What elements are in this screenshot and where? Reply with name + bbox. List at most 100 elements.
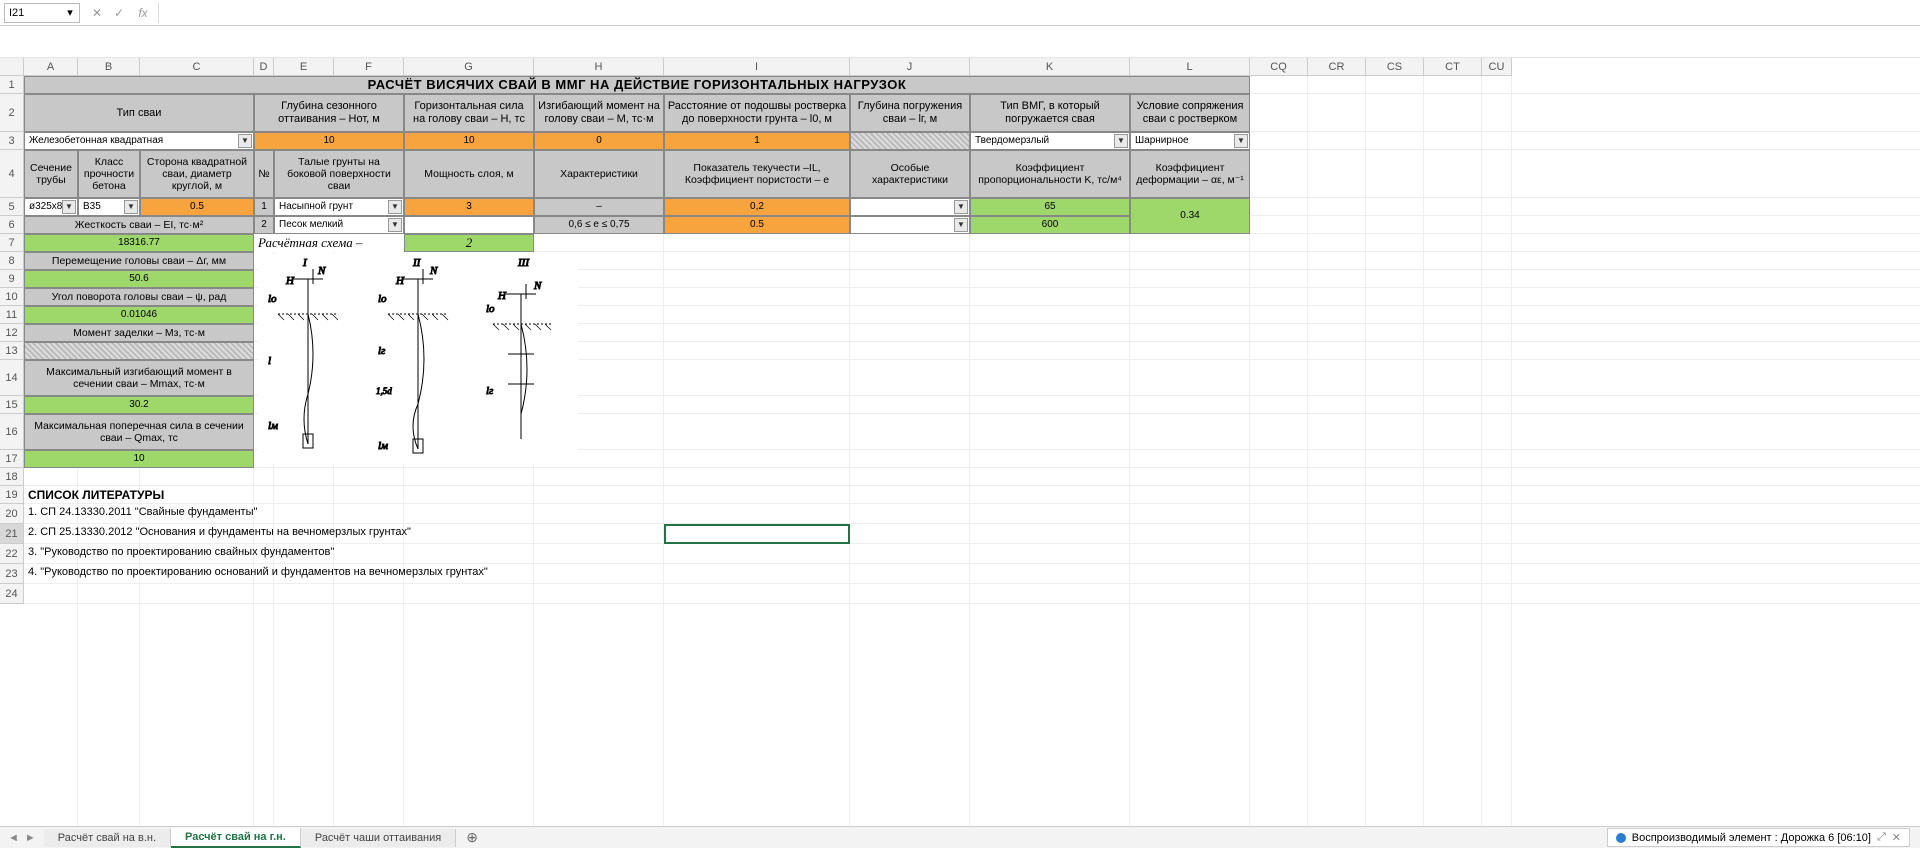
row-header-23[interactable]: 23 [0,564,24,584]
col-header-H[interactable]: H [534,58,664,76]
toast-pin-icon[interactable]: ⤢ [1877,831,1886,844]
svg-text:lг: lг [486,385,494,397]
name-box[interactable]: I21 ▾ [4,3,80,23]
toolbar-gap [0,26,1920,58]
hdr-m-moment: Изгибающий момент на голову сваи – M, тс… [534,94,664,132]
k-2-output: 600 [970,216,1130,234]
literature-item-2: 2. СП 25.13330.2012 "Основания и фундаме… [28,526,411,538]
row-header-8[interactable]: 8 [0,252,24,270]
pile-type-value: Железобетонная квадратная [29,135,163,147]
col-header-F[interactable]: F [334,58,404,76]
special-1-select[interactable]: ▼ [850,198,970,216]
col-header-CU[interactable]: CU [1482,58,1512,76]
col-header-E[interactable]: E [274,58,334,76]
soil-2-select[interactable]: Песок мелкий▼ [274,216,404,234]
nav-prev-icon[interactable]: ◄ [8,832,19,844]
m-moment-input[interactable]: 0 [534,132,664,150]
row-header-11[interactable]: 11 [0,306,24,324]
tab-raschet-chashi[interactable]: Расчёт чаши оттаивания [301,829,456,847]
chevron-down-icon[interactable]: ▼ [62,200,76,214]
row-header-2[interactable]: 2 [0,94,24,132]
chevron-down-icon[interactable]: ▼ [1114,134,1128,148]
row-header-14[interactable]: 14 [0,360,24,396]
select-all-corner[interactable] [0,58,24,76]
svg-text:lo: lo [268,293,277,305]
row-header-22[interactable]: 22 [0,544,24,564]
row-header-12[interactable]: 12 [0,324,24,342]
row-header-9[interactable]: 9 [0,270,24,288]
col-header-I[interactable]: I [664,58,850,76]
thaw-depth-input[interactable]: 10 [254,132,404,150]
col-header-CR[interactable]: CR [1308,58,1366,76]
formula-input[interactable] [158,3,1916,23]
ile-2-input[interactable]: 0.5 [664,216,850,234]
spreadsheet-grid[interactable]: ABCDEFGHIJKLCQCRCSCTCU 12345678910111213… [0,58,1920,826]
hdr-embed: Глубина погружения сваи – lг, м [850,94,970,132]
cancel-icon[interactable]: ✕ [88,4,106,22]
tab-raschet-vn[interactable]: Расчёт свай на в.н. [44,829,171,847]
fx-label[interactable]: fx [134,4,152,22]
toast-close-icon[interactable]: ✕ [1892,831,1901,844]
row-header-21[interactable]: 21 [0,524,24,544]
row-header-16[interactable]: 16 [0,414,24,450]
soil-1-select[interactable]: Насыпной грунт▼ [274,198,404,216]
row-headers[interactable]: 123456789101112131415161718192021222324 [0,76,24,604]
col-header-CQ[interactable]: CQ [1250,58,1308,76]
distance-input[interactable]: 1 [664,132,850,150]
chevron-down-icon[interactable]: ▼ [954,200,968,214]
accept-icon[interactable]: ✓ [110,4,128,22]
thickness-2-input[interactable] [404,216,534,234]
column-headers[interactable]: ABCDEFGHIJKLCQCRCSCTCU [24,58,1920,76]
col-header-D[interactable]: D [254,58,274,76]
col-header-C[interactable]: C [140,58,254,76]
special-2-select[interactable]: ▼ [850,216,970,234]
row-header-10[interactable]: 10 [0,288,24,306]
chevron-down-icon[interactable]: ▼ [238,134,252,148]
col-header-L[interactable]: L [1130,58,1250,76]
vmg-select[interactable]: Твердомерзлый▼ [970,132,1130,150]
ile-1-input[interactable]: 0,2 [664,198,850,216]
h-force-input[interactable]: 10 [404,132,534,150]
chevron-down-icon[interactable]: ▼ [388,218,402,232]
add-sheet-button[interactable]: ⊕ [456,829,488,846]
thickness-1-input[interactable]: 3 [404,198,534,216]
row-header-13[interactable]: 13 [0,342,24,360]
row-header-24[interactable]: 24 [0,584,24,604]
row-header-1[interactable]: 1 [0,76,24,94]
joint-select[interactable]: Шарнирное▼ [1130,132,1250,150]
chevron-down-icon[interactable]: ▼ [124,200,138,214]
chevron-down-icon[interactable]: ▼ [954,218,968,232]
chevron-down-icon[interactable]: ▼ [388,200,402,214]
row-header-18[interactable]: 18 [0,468,24,486]
name-box-dropdown-icon[interactable]: ▾ [63,6,77,20]
chevron-down-icon[interactable]: ▼ [1234,134,1248,148]
col-header-G[interactable]: G [404,58,534,76]
col-header-CS[interactable]: CS [1366,58,1424,76]
sheet-nav[interactable]: ◄► [0,832,44,844]
col-header-CT[interactable]: CT [1424,58,1482,76]
sheet-title: РАСЧЁТ ВИСЯЧИХ СВАЙ В ММГ НА ДЕЙСТВИЕ ГО… [24,76,1250,94]
row-header-17[interactable]: 17 [0,450,24,468]
row-header-19[interactable]: 19 [0,486,24,504]
row-header-5[interactable]: 5 [0,198,24,216]
row-header-7[interactable]: 7 [0,234,24,252]
row-header-20[interactable]: 20 [0,504,24,524]
nav-next-icon[interactable]: ► [25,832,36,844]
concrete-class-select[interactable]: B35▼ [78,198,140,216]
pipe-section-select[interactable]: ø325x8▼ [24,198,78,216]
col-header-A[interactable]: A [24,58,78,76]
row-header-6[interactable]: 6 [0,216,24,234]
hdr-thaw-depth: Глубина сезонного оттаивания – Hот, м [254,94,404,132]
col-header-K[interactable]: K [970,58,1130,76]
col-header-J[interactable]: J [850,58,970,76]
row-header-3[interactable]: 3 [0,132,24,150]
row-header-4[interactable]: 4 [0,150,24,198]
pile-type-select[interactable]: Железобетонная квадратная ▼ [24,132,254,150]
cells-area[interactable]: РАСЧЁТ ВИСЯЧИХ СВАЙ В ММГ НА ДЕЙСТВИЕ ГО… [24,76,1920,826]
embed-input[interactable] [850,132,970,150]
side-input[interactable]: 0.5 [140,198,254,216]
col-header-B[interactable]: B [78,58,140,76]
tab-raschet-gn[interactable]: Расчёт свай на г.н. [171,828,301,848]
media-toast[interactable]: Воспроизводимый элемент : Дорожка 6 [06:… [1607,828,1910,847]
row-header-15[interactable]: 15 [0,396,24,414]
